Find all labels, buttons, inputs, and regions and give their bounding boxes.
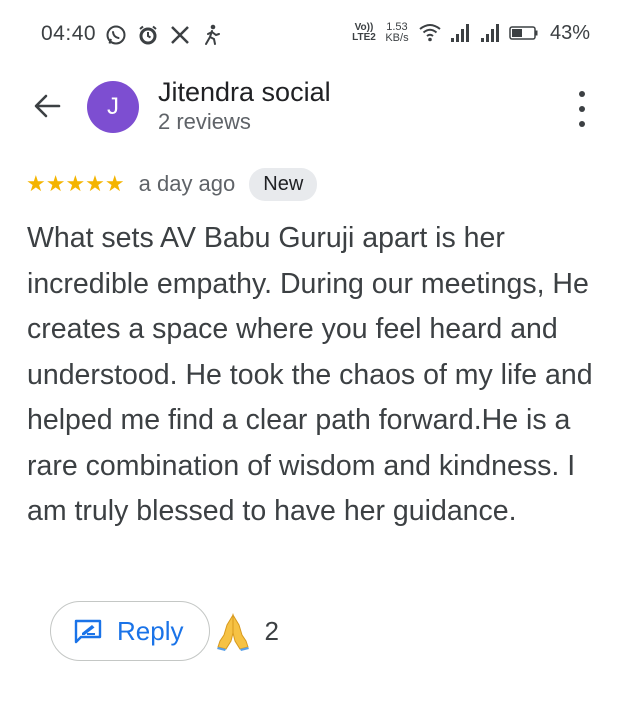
back-arrow-icon — [34, 94, 61, 118]
more-dot-icon — [579, 121, 585, 127]
reaction-count: 2 — [264, 615, 279, 646]
wifi-icon — [418, 20, 442, 46]
more-dot-icon — [579, 91, 585, 97]
status-notification-icons — [104, 22, 224, 48]
status-system-icons: Vo)) LTE2 1.53 KB/s 43% — [352, 20, 590, 46]
status-bar: 04:40 Vo)) LTE2 1.53 KB/s 43% — [0, 18, 630, 52]
battery-percent: 43% — [549, 21, 590, 44]
whatsapp-icon — [104, 22, 128, 48]
review-time: a day ago — [138, 171, 236, 196]
folded-hands-icon — [214, 611, 252, 651]
star-rating: ★★★★★ — [26, 173, 125, 195]
reply-icon — [73, 618, 103, 644]
more-options-button[interactable] — [568, 91, 596, 127]
new-badge: New — [249, 167, 318, 201]
reaction-button[interactable]: 2 — [214, 611, 279, 651]
net-speed: 1.53 KB/s — [382, 22, 412, 44]
back-button[interactable] — [30, 89, 64, 123]
reviewer-name[interactable]: Jitendra social — [158, 77, 331, 108]
status-time: 04:40 — [41, 22, 97, 45]
review-actions: Reply 2 — [50, 600, 279, 662]
reply-label: Reply — [117, 615, 184, 646]
alarm-icon — [136, 22, 160, 48]
reviewer-review-count: 2 reviews — [158, 109, 251, 134]
reply-button[interactable]: Reply — [50, 601, 211, 661]
rating-row: ★★★★★ a day ago New — [26, 166, 318, 202]
more-dot-icon — [579, 106, 585, 112]
review-header: J Jitendra social 2 reviews — [0, 75, 630, 139]
review-text: What sets AV Babu Guruji apart is her in… — [27, 222, 593, 527]
x-icon — [168, 22, 192, 48]
star-icons: ★★★★★ — [26, 171, 125, 196]
lte-label: LTE2 — [352, 32, 376, 43]
signal-1-icon — [448, 20, 472, 46]
battery-icon — [508, 20, 540, 46]
accessibility-icon — [200, 22, 224, 48]
volte-indicator: Vo)) LTE2 — [352, 23, 376, 43]
net-speed-unit: KB/s — [385, 32, 409, 44]
signal-2-icon — [478, 20, 502, 46]
avatar[interactable]: J — [87, 81, 139, 133]
